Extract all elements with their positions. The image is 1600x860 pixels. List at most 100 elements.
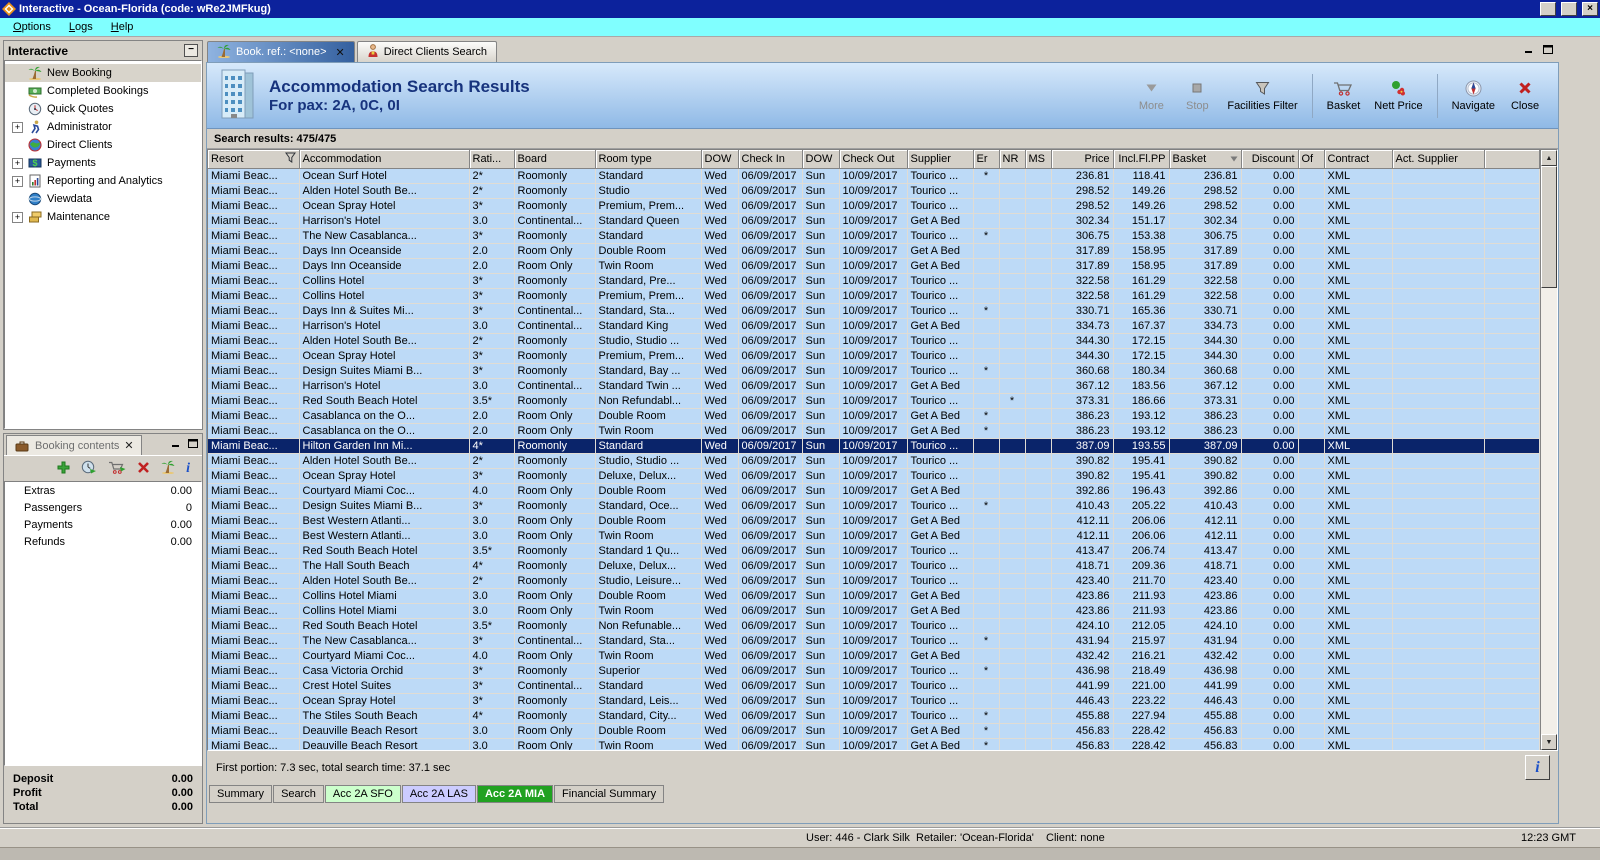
tab-close-icon[interactable]: ✕ xyxy=(336,46,345,59)
table-row[interactable]: Miami Beac... Red South Beach Hotel 3.5* Ro… xyxy=(208,543,1540,559)
table-row[interactable]: Miami Beac... The New Casablanca... 3* Room… xyxy=(208,228,1540,244)
sidebar-item-viewdata[interactable]: Viewdata xyxy=(5,190,201,208)
column-header-dow[interactable]: DOW xyxy=(701,150,739,169)
facilities-filter-button[interactable]: Facilities Filter xyxy=(1220,73,1304,119)
column-header-resort[interactable]: Resort xyxy=(208,150,300,169)
add-item-button[interactable] xyxy=(57,461,70,477)
nett-price-button[interactable]: Nett Price xyxy=(1367,73,1429,119)
tab-acc-2a-sfo[interactable]: Acc 2A SFO xyxy=(324,785,401,803)
tab-search[interactable]: Search xyxy=(273,785,324,803)
table-row[interactable]: Miami Beac... Deauville Beach Resort 3.0 Ro… xyxy=(208,723,1540,739)
table-row[interactable]: Miami Beac... Ocean Spray Hotel 3* Roomonly… xyxy=(208,348,1540,364)
column-header-of[interactable]: Of xyxy=(1298,150,1325,169)
sidebar-item-administrator[interactable]: + Administrator xyxy=(5,118,201,136)
column-header-room-type[interactable]: Room type xyxy=(595,150,702,169)
table-row[interactable]: Miami Beac... Best Western Atlanti... 3.0 R… xyxy=(208,528,1540,544)
sidebar-item-direct-clients[interactable]: Direct Clients xyxy=(5,136,201,154)
table-row[interactable]: Miami Beac... Ocean Surf Hotel 2* Roomonly S… xyxy=(208,168,1540,184)
vertical-scrollbar[interactable]: ▲ ▼ xyxy=(1540,150,1557,750)
collapse-icon[interactable]: − xyxy=(184,44,198,57)
scrollbar-track[interactable] xyxy=(1541,288,1557,734)
table-row[interactable]: Miami Beac... Collins Hotel 3* Roomonly Stan… xyxy=(208,273,1540,289)
table-row[interactable]: Miami Beac... Red South Beach Hotel 3.5* Ro… xyxy=(208,618,1540,634)
sidebar-item-completed-bookings[interactable]: Completed Bookings xyxy=(5,82,201,100)
table-row[interactable]: Miami Beac... Ocean Spray Hotel 3* Roomonly… xyxy=(208,468,1540,484)
menu-item-options[interactable]: Options xyxy=(4,19,60,35)
table-row[interactable]: Miami Beac... Ocean Spray Hotel 3* Roomonly… xyxy=(208,198,1540,214)
table-row[interactable]: Miami Beac... Hilton Garden Inn Mi... 4* Ro… xyxy=(208,438,1540,454)
tab-financial-summary[interactable]: Financial Summary xyxy=(554,785,665,803)
delete-button[interactable] xyxy=(137,461,150,477)
tab-acc-2a-las[interactable]: Acc 2A LAS xyxy=(401,785,476,803)
table-row[interactable]: Miami Beac... Collins Hotel 3* Roomonly Prem… xyxy=(208,288,1540,304)
table-row[interactable]: Miami Beac... Alden Hotel South Be... 2* Ro… xyxy=(208,573,1540,589)
column-header-accommodation[interactable]: Accommodation xyxy=(299,150,470,169)
add-to-basket-button[interactable] xyxy=(108,460,126,478)
table-row[interactable]: Miami Beac... Days Inn Oceanside 2.0 Room O… xyxy=(208,243,1540,259)
table-row[interactable]: Miami Beac... Casa Victoria Orchid 3* Roomo… xyxy=(208,663,1540,679)
sidebar-item-maintenance[interactable]: + Maintenance xyxy=(5,208,201,226)
close-icon[interactable]: ✕ xyxy=(124,439,133,452)
column-header-check-in[interactable]: Check In xyxy=(738,150,803,169)
menu-item-logs[interactable]: Logs xyxy=(60,19,102,35)
table-row[interactable]: Miami Beac... The Stiles South Beach 4* Roo… xyxy=(208,708,1540,724)
scroll-down-icon[interactable]: ▼ xyxy=(1541,734,1557,750)
expand-icon[interactable]: + xyxy=(12,175,23,187)
table-row[interactable]: Miami Beac... Crest Hotel Suites 3* Contine… xyxy=(208,678,1540,694)
sidebar-item-new-booking[interactable]: New Booking xyxy=(5,64,201,82)
table-row[interactable]: Miami Beac... Harrison's Hotel 3.0 Continen… xyxy=(208,213,1540,229)
expand-icon[interactable]: + xyxy=(12,211,23,223)
info-button[interactable]: i xyxy=(1525,755,1550,780)
scroll-up-icon[interactable]: ▲ xyxy=(1541,150,1557,166)
table-row[interactable]: Miami Beac... Courtyard Miami Coc... 4.0 Ro… xyxy=(208,483,1540,499)
restore-button[interactable] xyxy=(1561,2,1577,16)
column-header-supplier[interactable]: Supplier xyxy=(907,150,974,169)
tab-summary[interactable]: Summary xyxy=(209,785,273,803)
basket-button[interactable]: Basket xyxy=(1320,73,1368,119)
expand-icon[interactable]: + xyxy=(12,121,23,133)
column-header-incl-fl-pp[interactable]: Incl.Fl.PP xyxy=(1113,150,1170,169)
table-row[interactable]: Miami Beac... Alden Hotel South Be... 2* Ro… xyxy=(208,183,1540,199)
table-row[interactable]: Miami Beac... Days Inn & Suites Mi... 3* Co… xyxy=(208,303,1540,319)
tab-book-ref-none[interactable]: Book. ref.: <none> ✕ xyxy=(207,41,355,62)
table-row[interactable]: Miami Beac... The New Casablanca... 3* Cont… xyxy=(208,633,1540,649)
table-row[interactable]: Miami Beac... Harrison's Hotel 3.0 Continen… xyxy=(208,318,1540,334)
scrollbar-thumb[interactable] xyxy=(1541,166,1557,288)
quick-quote-button[interactable] xyxy=(81,460,97,477)
close-window-button[interactable]: × xyxy=(1582,2,1598,16)
column-header-act-supplier[interactable]: Act. Supplier xyxy=(1392,150,1485,169)
table-row[interactable]: Miami Beac... The Hall South Beach 4* Roomo… xyxy=(208,558,1540,574)
sidebar-item-quick-quotes[interactable]: Quick Quotes xyxy=(5,100,201,118)
column-header-check-out[interactable]: Check Out xyxy=(839,150,908,169)
table-row[interactable]: Miami Beac... Days Inn Oceanside 2.0 Room O… xyxy=(208,258,1540,274)
minimize-button[interactable] xyxy=(1540,2,1556,16)
close-button[interactable]: Close xyxy=(1502,73,1548,119)
table-row[interactable]: Miami Beac... Harrison's Hotel 3.0 Continen… xyxy=(208,378,1540,394)
column-header-basket[interactable]: Basket xyxy=(1169,150,1242,169)
expand-icon[interactable]: + xyxy=(12,157,23,169)
panel-minimize-icon[interactable] xyxy=(172,439,180,451)
column-header-nr[interactable]: NR xyxy=(999,150,1026,169)
column-header-er[interactable]: Er xyxy=(973,150,1000,169)
sidebar-item-reporting-and-analytics[interactable]: + Reporting and Analytics xyxy=(5,172,201,190)
column-header-discount[interactable]: Discount xyxy=(1241,150,1299,169)
table-row[interactable]: Miami Beac... Collins Hotel Miami 3.0 Room … xyxy=(208,588,1540,604)
table-row[interactable]: Miami Beac... Collins Hotel Miami 3.0 Room … xyxy=(208,603,1540,619)
navigate-button[interactable]: Navigate xyxy=(1445,73,1502,119)
table-row[interactable]: Miami Beac... Design Suites Miami B... 3* R… xyxy=(208,363,1540,379)
panel-maximize-icon[interactable] xyxy=(188,439,198,451)
table-row[interactable]: Miami Beac... Design Suites Miami B... 3* R… xyxy=(208,498,1540,514)
table-row[interactable]: Miami Beac... Alden Hotel South Be... 2* Ro… xyxy=(208,453,1540,469)
sidebar-item-payments[interactable]: + $ Payments xyxy=(5,154,201,172)
table-row[interactable]: Miami Beac... Casablanca on the O... 2.0 Ro… xyxy=(208,408,1540,424)
table-row[interactable]: Miami Beac... Courtyard Miami Coc... 4.0 Ro… xyxy=(208,648,1540,664)
table-row[interactable]: Miami Beac... Red South Beach Hotel 3.5* Ro… xyxy=(208,393,1540,409)
tab-direct-clients-search[interactable]: Direct Clients Search xyxy=(356,41,498,62)
table-row[interactable]: Miami Beac... Alden Hotel South Be... 2* Ro… xyxy=(208,333,1540,349)
column-header-ms[interactable]: MS xyxy=(1025,150,1052,169)
column-header-rati[interactable]: Rati... xyxy=(469,150,515,169)
holiday-button[interactable] xyxy=(161,460,175,477)
column-header-dow[interactable]: DOW xyxy=(802,150,840,169)
info-button[interactable]: i xyxy=(186,461,190,477)
column-header-contract[interactable]: Contract xyxy=(1324,150,1393,169)
